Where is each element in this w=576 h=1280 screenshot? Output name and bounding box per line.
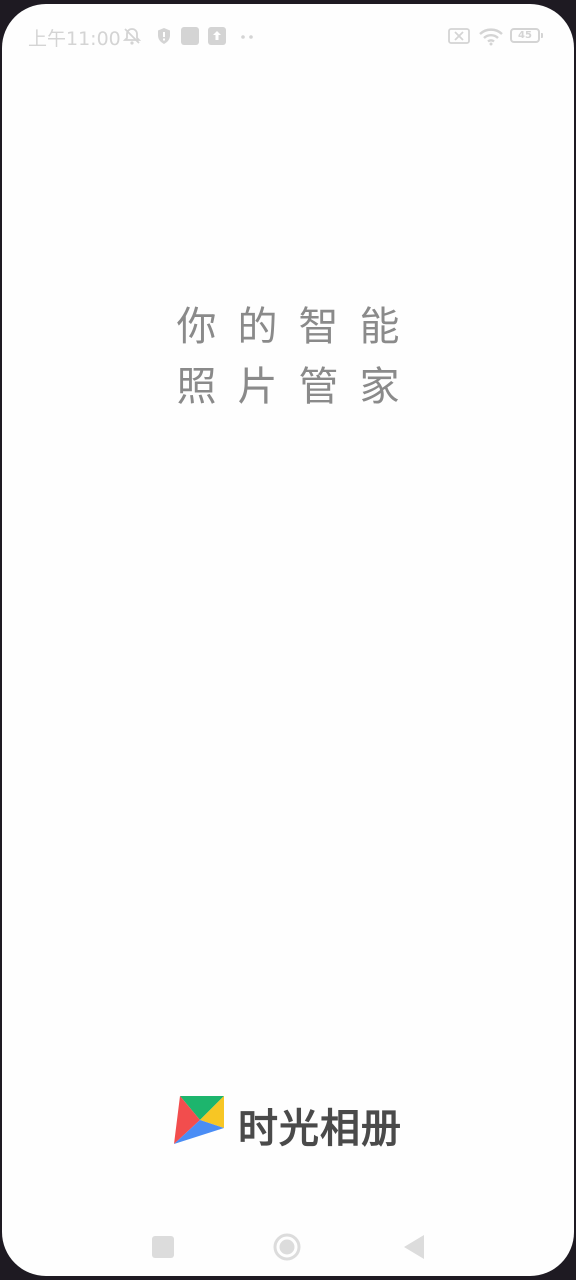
mute-bell-icon (122, 26, 142, 46)
recent-apps-button[interactable] (148, 1232, 178, 1262)
wifi-icon (478, 26, 504, 46)
gallery-notification-icon (180, 26, 200, 46)
device-frame: 上午11:00 45 你的智能 照片管家 时光相册 (0, 0, 576, 1280)
brand-lockup: 时光相册 (172, 1090, 412, 1152)
home-button[interactable] (272, 1232, 302, 1262)
status-time: 上午11:00 (28, 28, 121, 50)
sim-off-icon (448, 26, 470, 46)
battery-icon: 45 (510, 28, 543, 43)
status-bar: 上午11:00 45 (2, 4, 574, 68)
splash-screen: 上午11:00 45 你的智能 照片管家 时光相册 (2, 4, 574, 1276)
slogan-line-2: 照片管家 (176, 364, 421, 410)
slogan-line-1: 你的智能 (176, 304, 421, 350)
more-dots-icon (238, 26, 258, 46)
back-button[interactable] (398, 1232, 428, 1262)
shield-icon (154, 26, 174, 46)
kite-logo-icon (172, 1092, 228, 1148)
brand-name: 时光相册 (238, 1106, 402, 1152)
upload-icon (207, 26, 227, 46)
